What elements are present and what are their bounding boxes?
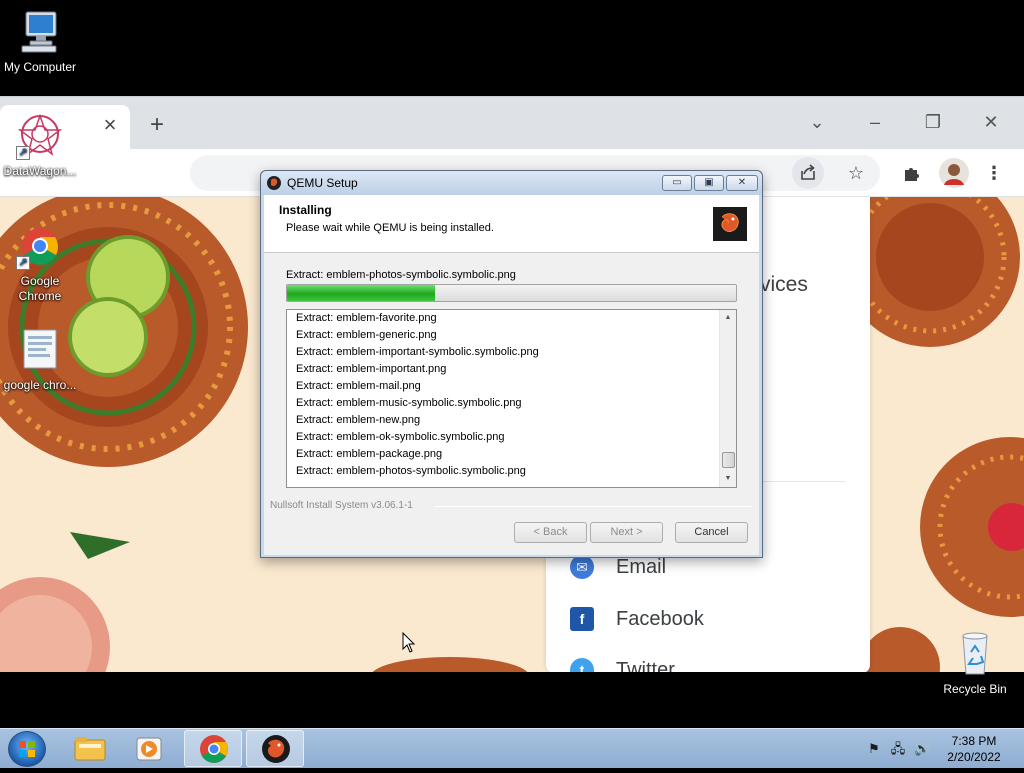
qemu-logo-icon xyxy=(713,207,747,241)
tab-strip: × + ⌄ – ❐ ✕ xyxy=(0,97,1024,149)
chrome-icon xyxy=(200,735,228,763)
shortcut-arrow-icon: ↗ xyxy=(16,256,30,270)
facebook-icon: f xyxy=(570,607,594,631)
desktop-icon-label: Google Chrome xyxy=(18,274,62,303)
log-line: Extract: emblem-important-symbolic.symbo… xyxy=(296,346,539,358)
branding-line: Nullsoft Install System v3.06.1-1 xyxy=(270,500,752,512)
new-tab-button[interactable]: + xyxy=(144,113,170,139)
email-icon: ✉ xyxy=(570,555,594,579)
extensions-puzzle-icon[interactable] xyxy=(896,157,928,189)
qemu-setup-icon xyxy=(262,735,290,763)
document-icon xyxy=(16,326,64,374)
dialog-titlebar[interactable]: QEMU Setup ▭ ▣ ✕ xyxy=(261,171,762,195)
recycle-bin-icon xyxy=(951,630,999,678)
tab-search-chevron-icon[interactable]: ⌄ xyxy=(802,111,832,133)
progress-fill xyxy=(287,285,436,301)
log-line: Extract: emblem-music-symbolic.symbolic.… xyxy=(296,397,522,409)
network-icon[interactable]: 🖧 xyxy=(890,741,906,757)
desktop-icon-my-computer[interactable]: My Computer xyxy=(0,8,80,75)
minimize-button[interactable]: – xyxy=(860,111,890,133)
scroll-up-arrow-icon[interactable]: ▲ xyxy=(720,310,736,326)
taskbar-qemu-setup-button[interactable] xyxy=(246,730,304,767)
bookmark-star-icon[interactable]: ☆ xyxy=(840,157,872,189)
cancel-button[interactable]: Cancel xyxy=(675,522,748,543)
start-button[interactable] xyxy=(8,731,46,767)
share-panel-heading: vices xyxy=(760,273,808,296)
profile-avatar[interactable] xyxy=(938,157,970,189)
back-button[interactable]: < Back xyxy=(514,522,587,543)
datawagon-icon: ↗ xyxy=(16,112,64,160)
shortcut-arrow-icon: ↗ xyxy=(16,146,30,160)
action-center-flag-icon[interactable]: ⚑ xyxy=(866,741,882,757)
restore-button[interactable]: ❐ xyxy=(918,111,948,133)
clock-time[interactable]: 7:38 PM xyxy=(944,734,1004,748)
install-progress-bar xyxy=(286,284,737,302)
log-line: Extract: emblem-new.png xyxy=(296,414,421,426)
status-text: Extract: emblem-photos-symbolic.symbolic… xyxy=(286,269,516,281)
computer-icon xyxy=(16,8,64,56)
desktop-icon-label: DataWagon... xyxy=(3,164,77,178)
close-window-button[interactable]: ✕ xyxy=(976,111,1006,133)
desktop-icon-label: My Computer xyxy=(3,60,77,74)
page-subtitle: Please wait while QEMU is being installe… xyxy=(286,222,494,234)
taskbar-file-explorer-button[interactable] xyxy=(60,730,118,767)
log-line: Extract: emblem-mail.png xyxy=(296,380,421,392)
file-explorer-icon xyxy=(74,737,106,761)
dialog-title: QEMU Setup xyxy=(287,176,358,190)
share-item-label: Twitter xyxy=(616,659,675,672)
desktop-icon-datawagon[interactable]: ↗ DataWagon... xyxy=(0,112,80,179)
dialog-header: Installing Please wait while QEMU is bei… xyxy=(264,195,759,253)
taskbar-chrome-button[interactable] xyxy=(184,730,242,767)
volume-icon[interactable]: 🔊 xyxy=(914,741,930,757)
log-line: Extract: emblem-important.png xyxy=(296,363,447,375)
log-line: Extract: emblem-generic.png xyxy=(296,329,437,341)
install-log-list[interactable]: Extract: emblem-favorite.png Extract: emb… xyxy=(286,309,737,488)
divider xyxy=(434,506,752,507)
log-line: Extract: emblem-package.png xyxy=(296,448,443,460)
share-icon[interactable] xyxy=(792,157,824,189)
media-player-icon xyxy=(136,737,162,761)
page-title: Installing xyxy=(279,203,332,217)
chrome-icon: ↗ xyxy=(16,222,64,270)
next-button[interactable]: Next > xyxy=(590,522,663,543)
log-line: Extract: emblem-ok-symbolic.symbolic.png xyxy=(296,431,505,443)
taskbar-media-player-button[interactable] xyxy=(120,730,178,767)
minimize-button[interactable]: ▭ xyxy=(662,175,692,191)
desktop-icon-google-chrome[interactable]: ↗ Google Chrome xyxy=(0,222,80,304)
desktop-icon-google-chro-file[interactable]: google chro... xyxy=(0,326,80,393)
dialog-body: Installing Please wait while QEMU is bei… xyxy=(264,195,759,555)
clock-date[interactable]: 2/20/2022 xyxy=(940,750,1008,764)
scroll-down-arrow-icon[interactable]: ▼ xyxy=(720,471,736,487)
kebab-menu-icon[interactable]: ⋮ xyxy=(978,157,1010,189)
branding-text: Nullsoft Install System v3.06.1-1 xyxy=(270,500,417,511)
vertical-scrollbar[interactable]: ▲ ▼ xyxy=(719,310,736,487)
twitter-icon: t xyxy=(570,658,594,672)
maximize-button[interactable]: ▣ xyxy=(694,175,724,191)
desktop-icon-label: Recycle Bin xyxy=(943,682,1007,696)
desktop-icon-recycle-bin[interactable]: Recycle Bin xyxy=(935,630,1015,697)
mouse-cursor-icon xyxy=(402,632,416,653)
share-item-label: Facebook xyxy=(616,608,704,630)
qemu-setup-dialog: QEMU Setup ▭ ▣ ✕ Installing Please wait … xyxy=(260,170,763,558)
scroll-thumb[interactable] xyxy=(722,452,735,468)
close-button[interactable]: ✕ xyxy=(726,175,758,191)
log-line: Extract: emblem-photos-symbolic.symbolic… xyxy=(296,465,526,477)
desktop-icon-label: google chro... xyxy=(3,378,77,392)
close-icon[interactable]: × xyxy=(100,114,120,136)
qemu-app-icon xyxy=(266,175,282,191)
taskbar: ⚑ 🖧 🔊 7:38 PM 2/20/2022 xyxy=(0,728,1024,768)
log-line: Extract: emblem-favorite.png xyxy=(296,312,437,324)
